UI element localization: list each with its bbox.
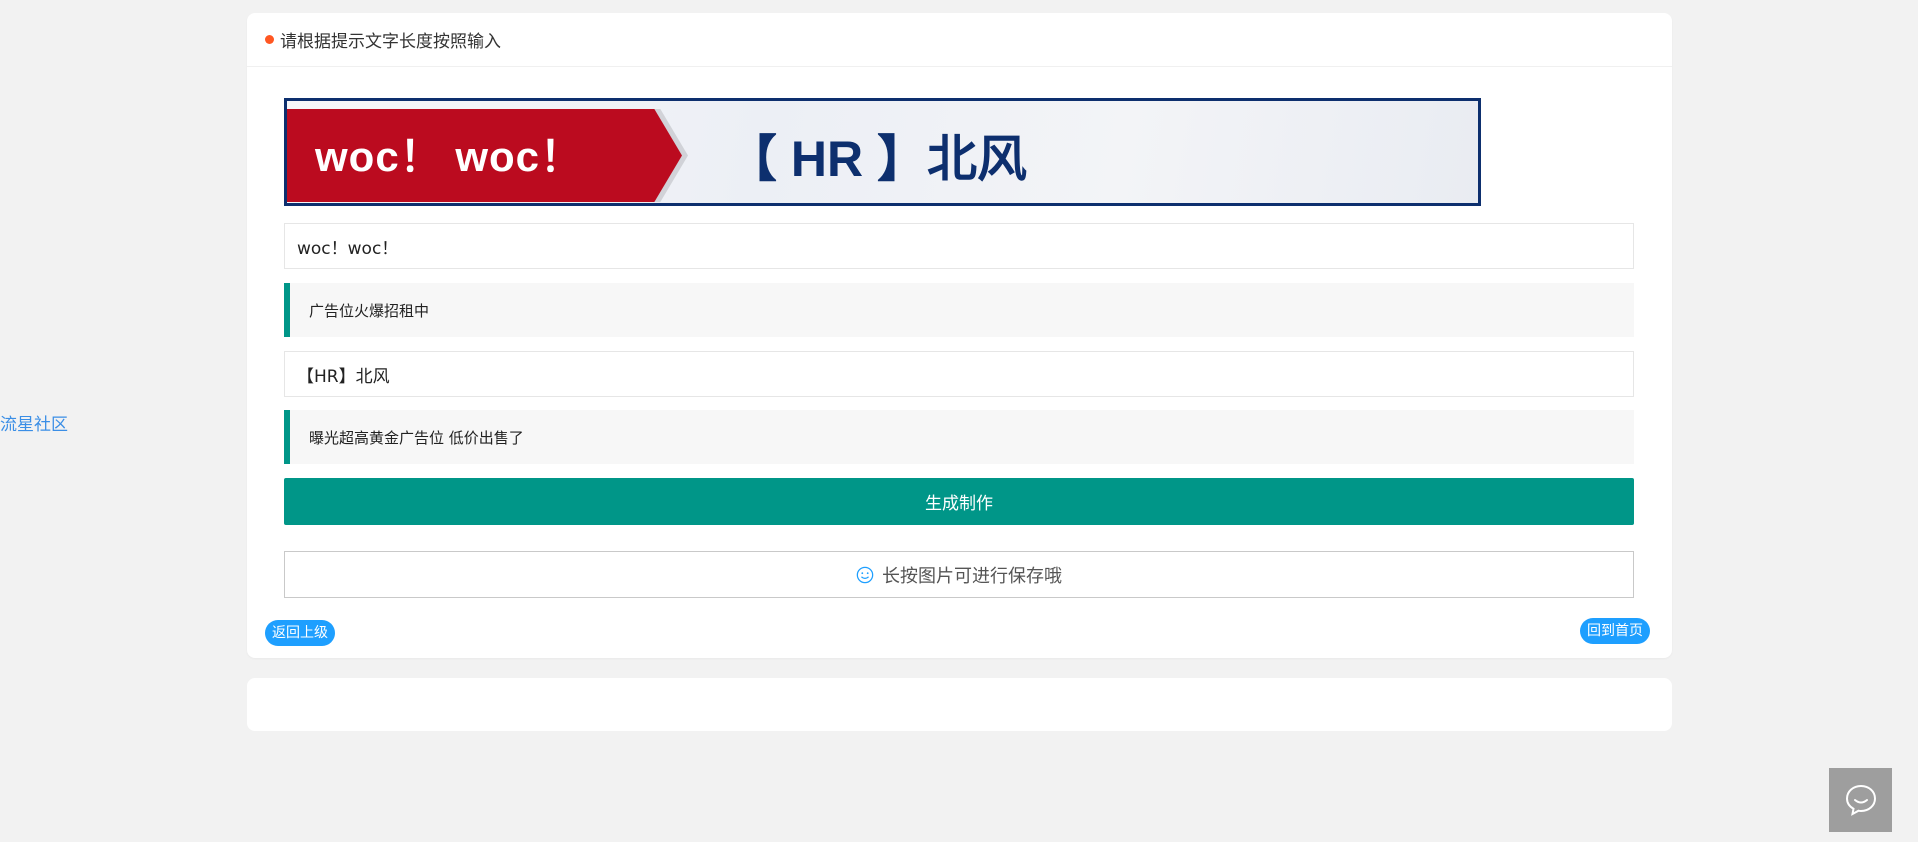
header-dot-icon	[265, 35, 274, 44]
header-title: 请根据提示文字长度按照输入	[280, 32, 501, 52]
banner-left-text: woc！ woc！	[315, 133, 584, 180]
main-card: 请根据提示文字长度按照输入 woc！ woc！ 【 HR 】北风 广告位火爆招租…	[247, 13, 1672, 658]
hint-quote-1: 广告位火爆招租中	[284, 283, 1634, 337]
save-tip-box: 长按图片可进行保存哦	[284, 551, 1634, 598]
preview-banner-image: woc！ woc！ 【 HR 】北风	[284, 98, 1481, 206]
card-header: 请根据提示文字长度按照输入	[247, 13, 1672, 67]
back-button[interactable]: 返回上级	[265, 620, 335, 646]
hint-text-2: 曝光超高黄金广告位 低价出售了	[309, 428, 524, 447]
chat-button[interactable]	[1829, 768, 1892, 832]
text-input-2[interactable]	[284, 351, 1634, 397]
secondary-card	[247, 678, 1672, 731]
community-link[interactable]: 流星社区	[0, 410, 70, 435]
smile-icon	[856, 566, 874, 583]
chat-bubble-icon	[1845, 784, 1876, 816]
text-input-1[interactable]	[284, 223, 1634, 269]
hint-text-1: 广告位火爆招租中	[309, 301, 430, 320]
banner-right-text: 【 HR 】北风	[727, 131, 1027, 187]
hint-quote-2: 曝光超高黄金广告位 低价出售了	[284, 410, 1634, 464]
save-tip-text: 长按图片可进行保存哦	[882, 565, 1062, 587]
generate-button[interactable]: 生成制作	[284, 478, 1634, 525]
home-button[interactable]: 回到首页	[1580, 618, 1650, 644]
